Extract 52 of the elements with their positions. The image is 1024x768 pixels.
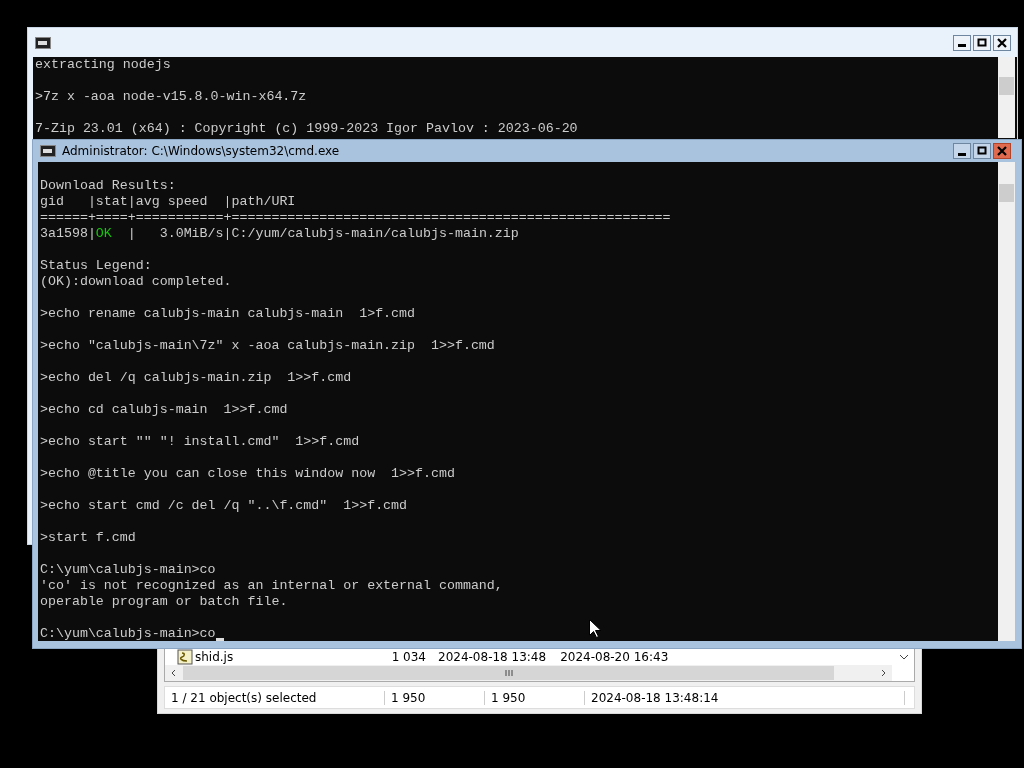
scrollbar[interactable] xyxy=(998,162,1015,641)
console-icon xyxy=(35,36,51,49)
console-line: >echo @title you can close this window now 1>>f.cmd xyxy=(40,466,455,482)
console-line: Status Legend: xyxy=(40,258,152,274)
status-text: 2024-08-18 13:48:14 xyxy=(585,690,905,705)
console-line: 'co' is not recognized as an internal or external command, xyxy=(40,578,503,594)
horizontal-scrollbar[interactable] xyxy=(165,665,892,681)
file-size: 1 034 xyxy=(391,649,426,664)
maximize-button[interactable] xyxy=(973,143,991,159)
close-icon xyxy=(997,37,1007,48)
status-text: 1 950 xyxy=(485,690,585,705)
window-title: Administrator: C:\Windows\system32\cmd.exe xyxy=(62,144,340,158)
grip-icon xyxy=(503,669,514,677)
console-icon xyxy=(40,145,56,157)
console-line: operable program or batch file. xyxy=(40,594,288,610)
file-date: 2024-08-20 16:43 xyxy=(560,649,669,664)
minimize-icon xyxy=(958,152,966,156)
console-line: C:\yum\calubjs-main>co xyxy=(40,562,216,578)
console-line: >echo rename calubjs-main calubjs-main 1>f.cmd xyxy=(40,306,416,322)
file-date: 2024-08-18 13:48 xyxy=(438,649,547,664)
console-line: >echo start cmd /c del /q "..\f.cmd" 1>>f.cmd xyxy=(40,498,408,514)
console-line: >echo cd calubjs-main 1>>f.cmd xyxy=(40,402,288,418)
file-name: shid.js xyxy=(195,649,235,664)
console-line: 3a1598|OK | 3.0MiB/s|C:/yum/calubjs-main/calubjs-main.zip xyxy=(40,226,519,242)
maximize-button[interactable] xyxy=(973,34,991,51)
scrollbar[interactable] xyxy=(998,57,1015,138)
mouse-pointer-icon xyxy=(589,619,601,638)
command-prompt[interactable]: C:\yum\calubjs-main>co xyxy=(40,626,216,641)
maximize-icon xyxy=(977,37,987,48)
console-line: Download Results: xyxy=(40,178,176,194)
console-line: >echo del /q calubjs-main.zip 1>>f.cmd xyxy=(40,370,352,386)
console-line: extracting nodejs xyxy=(35,57,171,73)
console-line: >echo "calubjs-main\7z" x -aoa calubjs-main.zip 1>>f.cmd xyxy=(40,338,495,354)
status-text: 1 950 xyxy=(385,690,485,705)
console-line: >7z x -aoa node-v15.8.0-win-x64.7z xyxy=(35,89,307,105)
close-button[interactable] xyxy=(993,143,1011,159)
minimize-button[interactable] xyxy=(953,34,971,51)
console-line: 7-Zip 23.01 (x64) : Copyright (c) 1999-2023 Igor Pavlov : 2023-06-20 xyxy=(35,121,578,137)
console-line: >echo start "" "! install.cmd" 1>>f.cmd xyxy=(40,434,360,450)
scroll-down-icon[interactable] xyxy=(898,652,910,661)
console-line: ======+====+===========+======================================================= xyxy=(40,210,671,226)
minimize-icon xyxy=(958,44,966,47)
console-line: >start f.cmd xyxy=(40,530,136,546)
status-text: 1 / 21 object(s) selected xyxy=(165,690,385,705)
console-line: gid |stat|avg speed |path/URI xyxy=(40,194,296,210)
text-cursor xyxy=(215,638,224,641)
script-file-icon xyxy=(177,648,193,665)
close-icon xyxy=(997,146,1007,156)
maximize-icon xyxy=(977,146,987,156)
close-button[interactable] xyxy=(993,34,1011,51)
minimize-button[interactable] xyxy=(953,143,971,159)
console-line: (OK):download completed. xyxy=(40,274,232,290)
